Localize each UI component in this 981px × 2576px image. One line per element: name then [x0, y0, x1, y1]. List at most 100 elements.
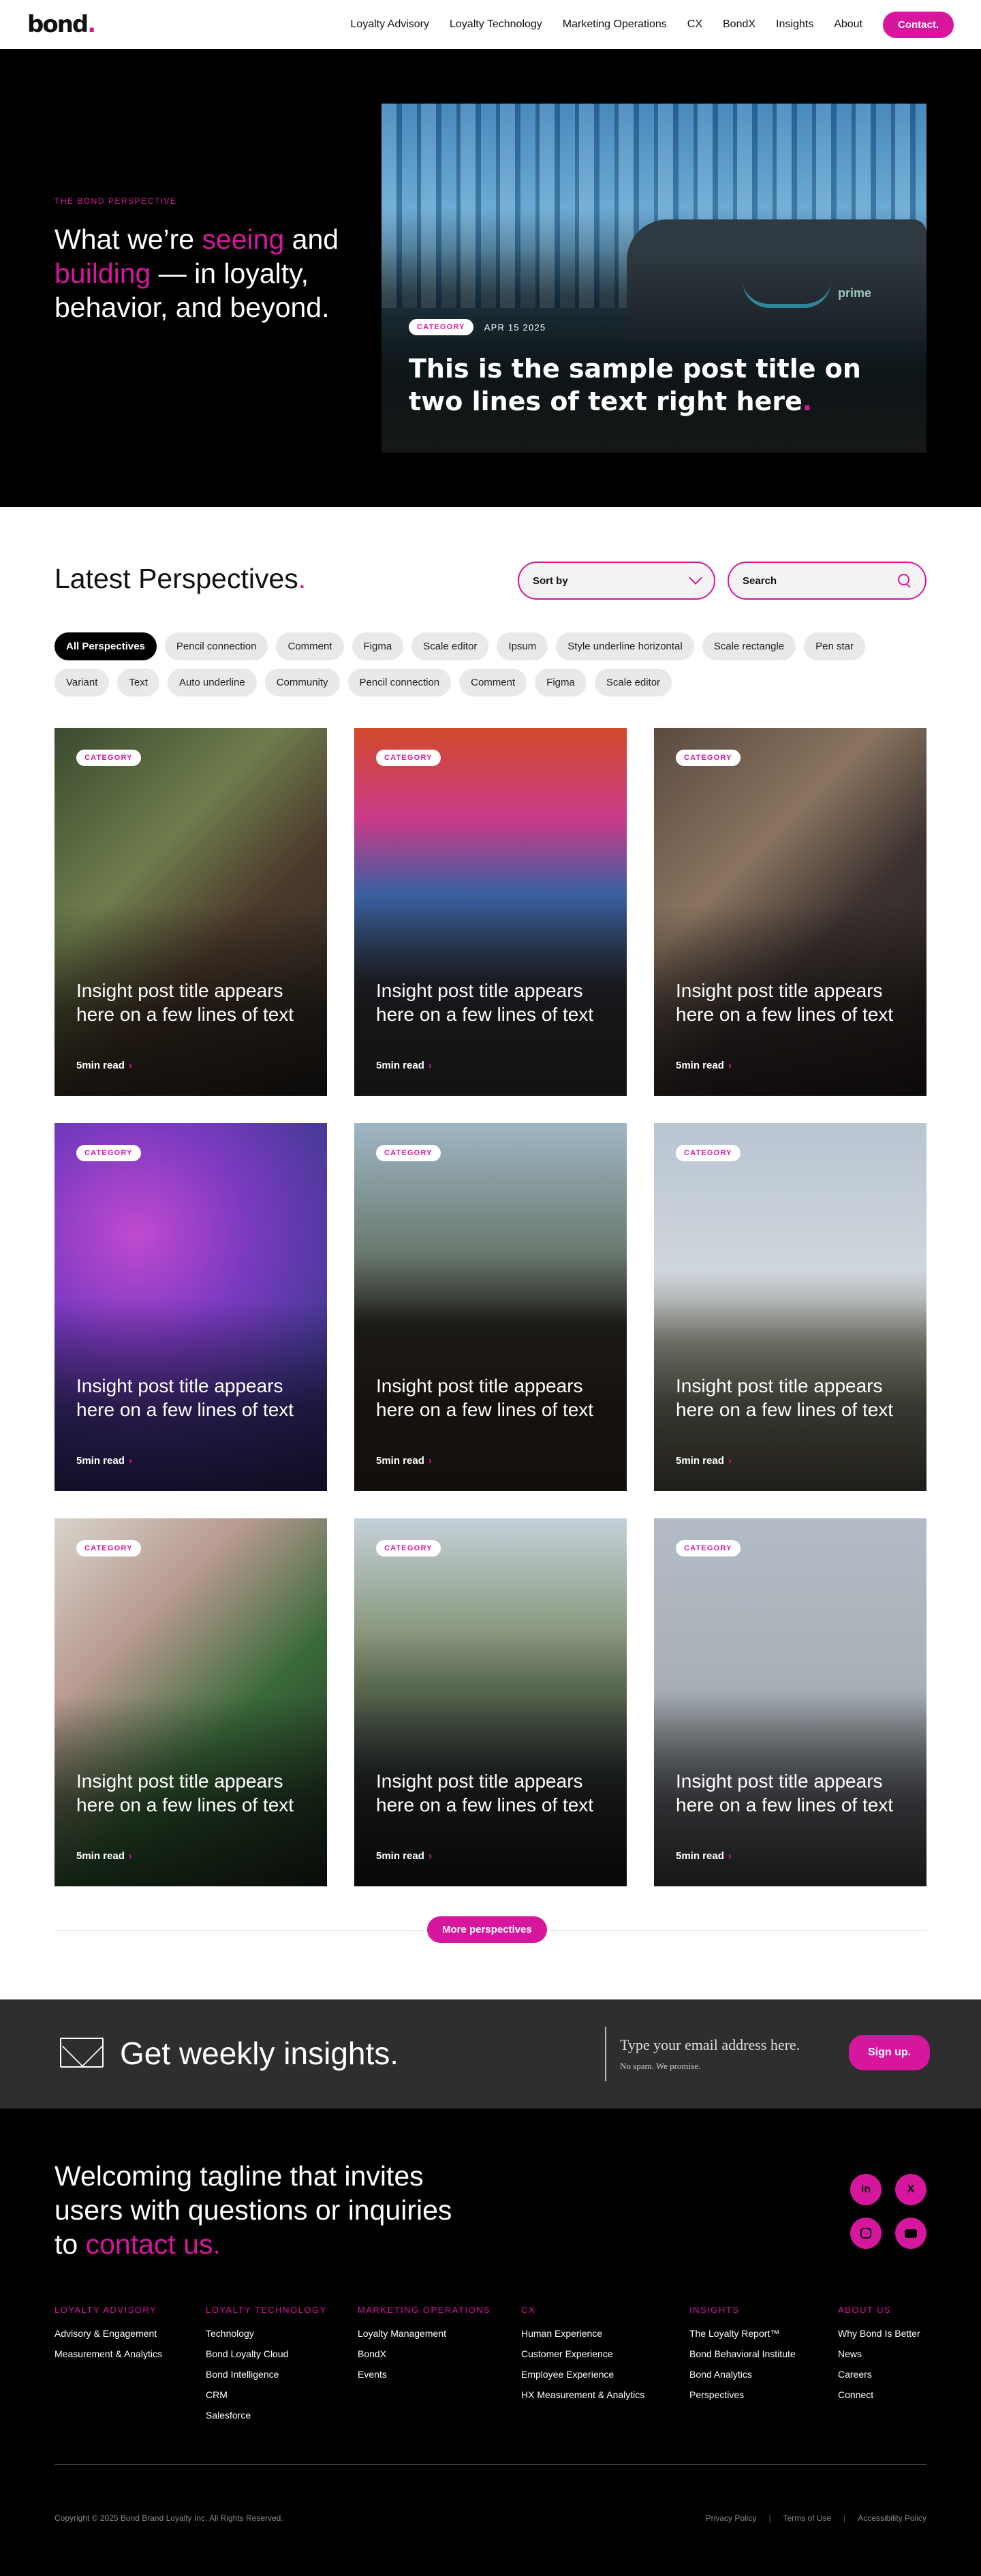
footer-link[interactable]: Bond Analytics	[689, 2364, 796, 2385]
chip-text[interactable]: Text	[117, 669, 159, 696]
category-badge[interactable]: CATEGORY	[376, 750, 441, 766]
card-title: Insight post title appears here on a few…	[676, 1375, 894, 1420]
nav-link-loyalty-advisory[interactable]: Loyalty Advisory	[350, 18, 429, 31]
footer-link[interactable]: Events	[358, 2364, 490, 2385]
chip-figma-2[interactable]: Figma	[535, 669, 587, 696]
chip-ipsum[interactable]: Ipsum	[497, 632, 548, 660]
top-nav: bond. Loyalty Advisory Loyalty Technolog…	[0, 0, 981, 49]
nav-link-cx[interactable]: CX	[687, 18, 702, 31]
email-input[interactable]: Type your email address here.	[620, 2036, 800, 2054]
featured-post-title[interactable]: This is the sample post title on two lin…	[409, 352, 899, 418]
category-badge[interactable]: CATEGORY	[76, 1540, 141, 1557]
chip-figma[interactable]: Figma	[352, 632, 404, 660]
category-badge[interactable]: CATEGORY	[409, 319, 473, 335]
footer-col-loyalty-advisory: LOYALTY ADVISORY Advisory & Engagement M…	[54, 2305, 162, 2364]
nav-link-loyalty-technology[interactable]: Loyalty Technology	[450, 18, 542, 31]
footer-link[interactable]: Customer Experience	[521, 2344, 644, 2364]
card-title: Insight post title appears here on a few…	[76, 980, 294, 1025]
footer-link[interactable]: Careers	[838, 2364, 920, 2385]
featured-post-card[interactable]: prime CATEGORY APR 15 2025 This is the s…	[382, 104, 926, 453]
footer-link[interactable]: Bond Loyalty Cloud	[206, 2344, 327, 2364]
chip-scale-editor-2[interactable]: Scale editor	[594, 669, 672, 696]
hero-eyebrow: THE BOND PERSPECTIVE	[54, 196, 177, 206]
x-icon[interactable]: X	[895, 2174, 926, 2205]
footer-link[interactable]: The Loyalty Report™	[689, 2323, 796, 2344]
footer-link[interactable]: CRM	[206, 2385, 327, 2405]
sort-dropdown[interactable]: Sort by	[518, 562, 715, 600]
footer-heading: ABOUT US	[838, 2305, 892, 2315]
search-field[interactable]	[728, 562, 926, 600]
nav-link-about[interactable]: About	[834, 18, 862, 31]
category-badge[interactable]: CATEGORY	[376, 1540, 441, 1557]
footer-link[interactable]: Measurement & Analytics	[54, 2344, 162, 2364]
filter-chips: All Perspectives Pencil connection Comme…	[54, 632, 926, 696]
contact-button[interactable]: Contact.	[883, 11, 954, 38]
input-rule	[605, 2027, 606, 2081]
bond-logo[interactable]: bond.	[27, 11, 96, 38]
footer-link[interactable]: Human Experience	[521, 2323, 644, 2344]
read-time: 5min read ›	[376, 1455, 432, 1467]
image-shade	[382, 248, 926, 453]
category-badge[interactable]: CATEGORY	[676, 750, 741, 766]
footer-divider	[54, 2464, 926, 2465]
chip-variant[interactable]: Variant	[54, 669, 110, 696]
footer-link[interactable]: Advisory & Engagement	[54, 2323, 162, 2344]
chip-community[interactable]: Community	[264, 669, 340, 696]
sign-up-button[interactable]: Sign up.	[849, 2035, 931, 2070]
nav-link-bondx[interactable]: BondX	[723, 18, 756, 31]
privacy-policy-link[interactable]: Privacy Policy	[706, 2513, 757, 2523]
footer-link[interactable]: Salesforce	[206, 2405, 327, 2425]
insight-card[interactable]: CATEGORY Insight post title appears here…	[354, 1123, 627, 1491]
category-badge[interactable]: CATEGORY	[376, 1145, 441, 1161]
insight-card[interactable]: CATEGORY Insight post title appears here…	[354, 728, 627, 1096]
card-title: Insight post title appears here on a few…	[376, 1770, 594, 1815]
chip-comment-2[interactable]: Comment	[459, 669, 527, 696]
footer-link[interactable]: News	[838, 2344, 920, 2364]
nav-link-insights[interactable]: Insights	[776, 18, 813, 31]
instagram-icon[interactable]	[850, 2218, 882, 2249]
chip-all-perspectives[interactable]: All Perspectives	[54, 632, 157, 660]
chip-pen-star[interactable]: Pen star	[804, 632, 865, 660]
chip-auto-underline[interactable]: Auto underline	[167, 669, 257, 696]
footer-link[interactable]: Loyalty Management	[358, 2323, 490, 2344]
post-date: APR 15 2025	[484, 322, 546, 333]
insight-card[interactable]: CATEGORY Insight post title appears here…	[654, 1518, 926, 1886]
nav-link-marketing-operations[interactable]: Marketing Operations	[563, 18, 667, 31]
footer-link[interactable]: Bond Behavioral Institute	[689, 2344, 796, 2364]
footer: Welcoming tagline that invites users wit…	[0, 2109, 981, 2576]
chip-scale-rectangle[interactable]: Scale rectangle	[702, 632, 796, 660]
insight-card[interactable]: CATEGORY Insight post title appears here…	[354, 1518, 627, 1886]
insight-card[interactable]: CATEGORY Insight post title appears here…	[54, 728, 327, 1096]
chip-pencil-connection-2[interactable]: Pencil connection	[347, 669, 452, 696]
insight-card[interactable]: CATEGORY Insight post title appears here…	[654, 1123, 926, 1491]
footer-link[interactable]: Employee Experience	[521, 2364, 644, 2385]
footer-link[interactable]: HX Measurement & Analytics	[521, 2385, 644, 2405]
chip-style-underline-horizontal[interactable]: Style underline horizontal	[556, 632, 694, 660]
footer-link[interactable]: Why Bond Is Better	[838, 2323, 920, 2344]
footer-link[interactable]: Bond Intelligence	[206, 2364, 327, 2385]
category-badge[interactable]: CATEGORY	[76, 1145, 141, 1161]
footer-col-cx: CX Human Experience Customer Experience …	[521, 2305, 644, 2405]
footer-link[interactable]: Connect	[838, 2385, 920, 2405]
footer-link[interactable]: Perspectives	[689, 2385, 796, 2405]
category-badge[interactable]: CATEGORY	[676, 1540, 741, 1557]
insight-card[interactable]: CATEGORY Insight post title appears here…	[54, 1123, 327, 1491]
insight-card[interactable]: CATEGORY Insight post title appears here…	[54, 1518, 327, 1886]
search-input[interactable]	[743, 574, 879, 587]
terms-of-use-link[interactable]: Terms of Use	[783, 2513, 831, 2523]
more-perspectives-button[interactable]: More perspectives	[427, 1916, 547, 1943]
chip-pencil-connection[interactable]: Pencil connection	[164, 632, 268, 660]
insight-card[interactable]: CATEGORY Insight post title appears here…	[654, 728, 926, 1096]
category-badge[interactable]: CATEGORY	[76, 750, 141, 766]
accessibility-policy-link[interactable]: Accessibility Policy	[858, 2513, 926, 2523]
chip-scale-editor[interactable]: Scale editor	[411, 632, 489, 660]
arrow-right-icon: ›	[728, 1455, 732, 1467]
contact-us-link[interactable]: contact us.	[86, 2228, 221, 2260]
category-badge[interactable]: CATEGORY	[676, 1145, 741, 1161]
chip-comment[interactable]: Comment	[276, 632, 344, 660]
footer-link[interactable]: BondX	[358, 2344, 490, 2364]
youtube-icon[interactable]	[895, 2218, 926, 2249]
search-icon[interactable]	[898, 574, 912, 587]
footer-link[interactable]: Technology	[206, 2323, 327, 2344]
linkedin-icon[interactable]: in	[850, 2174, 882, 2205]
